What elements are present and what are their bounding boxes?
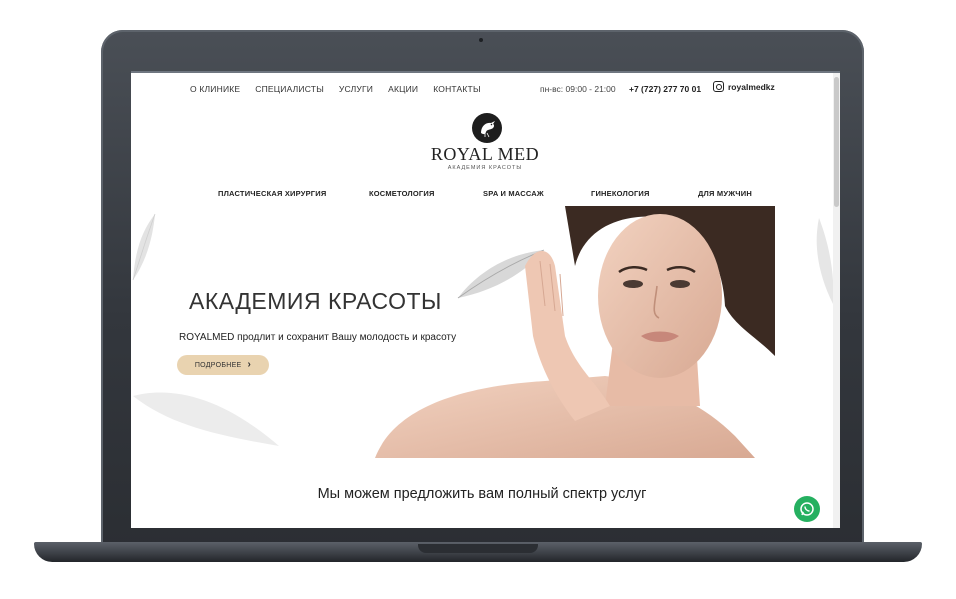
nav-promotions[interactable]: АКЦИИ — [388, 84, 418, 94]
hero-title: АКАДЕМИЯ КРАСОТЫ — [189, 288, 442, 315]
menu-plastic-surgery[interactable]: ПЛАСТИЧЕСКАЯ ХИРУРГИЯ — [218, 189, 326, 198]
hero-banner: АКАДЕМИЯ КРАСОТЫ ROYALMED продлит и сохр… — [131, 206, 833, 458]
feather-decoration — [816, 218, 833, 304]
menu-spa-massage[interactable]: SPA И МАССАЖ — [483, 189, 544, 198]
instagram-link[interactable]: royalmedkz — [713, 81, 775, 92]
chevron-right-icon: › — [247, 359, 252, 370]
instagram-icon — [713, 81, 724, 92]
bird-logo-icon[interactable] — [472, 113, 502, 143]
menu-cosmetology[interactable]: КОСМЕТОЛОГИЯ — [369, 189, 435, 198]
hero-subtitle: ROYALMED продлит и сохранит Вашу молодос… — [179, 332, 457, 343]
section-heading: Мы можем предложить вам полный спектр ус… — [317, 486, 647, 502]
logo-subtitle: АКАДЕМИЯ КРАСОТЫ — [447, 165, 523, 171]
nav-services[interactable]: УСЛУГИ — [339, 84, 373, 94]
browser-viewport: О КЛИНИКЕ СПЕЦИАЛИСТЫ УСЛУГИ АКЦИИ КОНТА… — [131, 71, 840, 528]
menu-gynecology[interactable]: ГИНЕКОЛОГИЯ — [591, 189, 650, 198]
nav-specialists[interactable]: СПЕЦИАЛИСТЫ — [255, 84, 324, 94]
whatsapp-icon[interactable] — [794, 496, 820, 522]
working-hours: пн-вс: 09:00 - 21:00 — [540, 84, 616, 94]
scrollbar-thumb[interactable] — [834, 77, 839, 207]
feather-decoration — [133, 392, 279, 446]
nav-contacts[interactable]: КОНТАКТЫ — [433, 84, 480, 94]
logo-title[interactable]: ROYAL MED — [415, 144, 555, 165]
laptop-camera — [479, 38, 483, 42]
top-navigation: О КЛИНИКЕ СПЕЦИАЛИСТЫ УСЛУГИ АКЦИИ КОНТА… — [190, 84, 481, 94]
laptop-hinge-notch — [418, 544, 538, 553]
menu-for-men[interactable]: ДЛЯ МУЖЧИН — [698, 189, 752, 198]
feather-decoration — [132, 213, 156, 281]
more-button-label: ПОДРОБНЕЕ — [194, 361, 242, 369]
page-scrollbar[interactable] — [833, 73, 840, 528]
phone-link[interactable]: +7 (727) 277 70 01 — [629, 84, 701, 94]
instagram-handle: royalmedkz — [728, 81, 775, 92]
more-button[interactable]: ПОДРОБНЕЕ › — [177, 355, 269, 375]
nav-about[interactable]: О КЛИНИКЕ — [190, 84, 240, 94]
